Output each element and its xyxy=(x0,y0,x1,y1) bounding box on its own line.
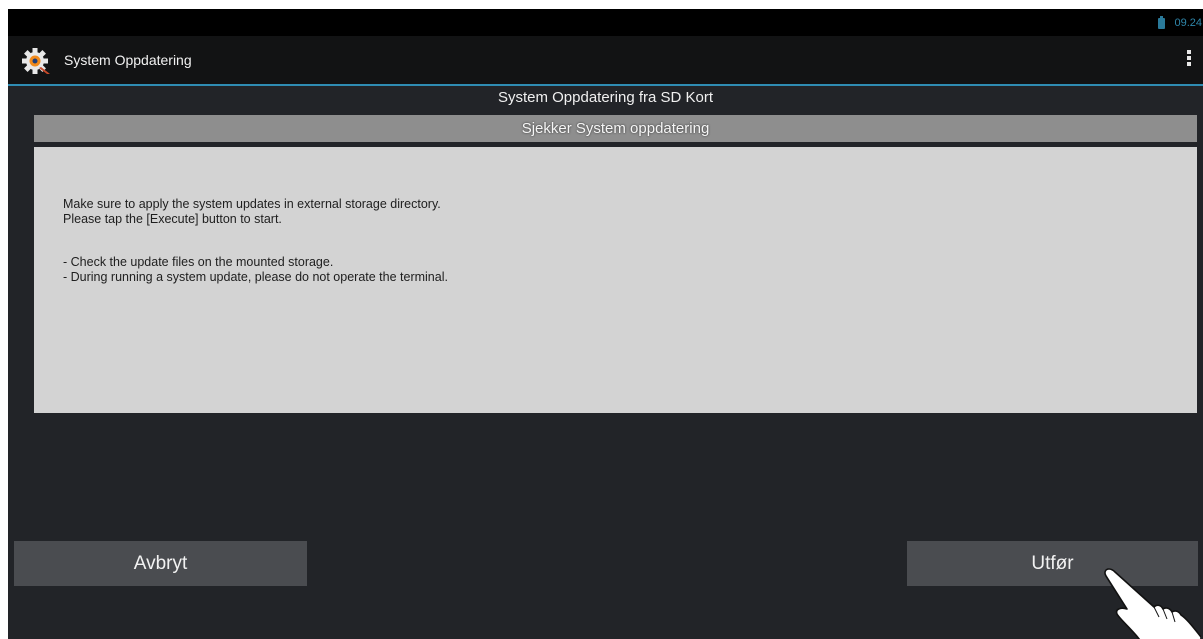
message-line: - Check the update files on the mounted … xyxy=(63,255,334,269)
action-bar: System Oppdatering xyxy=(8,36,1203,86)
section-header: Sjekker System oppdatering xyxy=(34,115,1197,142)
message-line: Please tap the [Execute] button to start… xyxy=(63,212,282,226)
execute-button[interactable]: Utfør xyxy=(907,541,1198,586)
status-bar: 09.24 xyxy=(8,9,1203,36)
message-panel: Make sure to apply the system updates in… xyxy=(34,147,1197,413)
status-clock: 09.24 xyxy=(1174,17,1202,29)
overflow-menu-icon[interactable] xyxy=(1185,50,1193,70)
android-screen: 09.24 System Oppdatering System Oppdater… xyxy=(8,9,1203,639)
battery-icon xyxy=(1158,16,1165,29)
app-title: System Oppdatering xyxy=(64,52,192,68)
gear-icon[interactable] xyxy=(20,47,52,75)
cancel-button[interactable]: Avbryt xyxy=(14,541,307,586)
message-line: - During running a system update, please… xyxy=(63,270,448,284)
message-line: Make sure to apply the system updates in… xyxy=(63,197,441,211)
page-heading: System Oppdatering fra SD Kort xyxy=(497,89,714,106)
